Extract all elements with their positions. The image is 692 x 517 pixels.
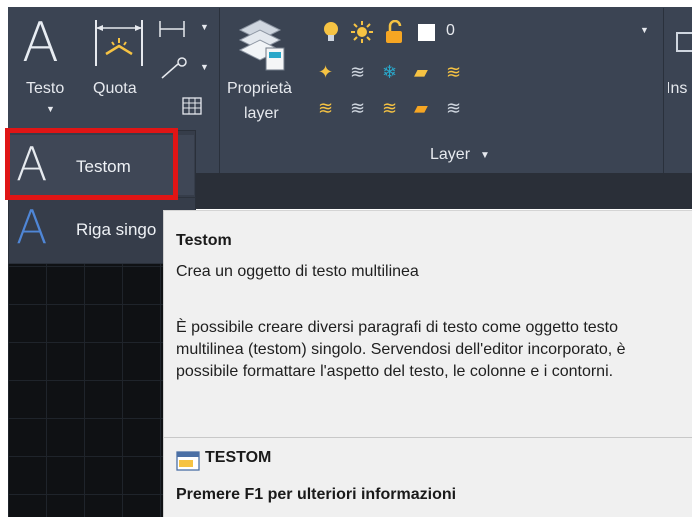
panel-divider: [663, 8, 664, 173]
tooltip: Testom Crea un oggetto di testo multilin…: [163, 210, 692, 517]
drawing-canvas[interactable]: [8, 264, 168, 517]
unlock-icon: [386, 20, 402, 43]
highlight-box: [5, 128, 178, 200]
table-button[interactable]: [182, 97, 204, 119]
linear-dropdown-arrow-icon: ▼: [200, 22, 209, 32]
insert-block-icon: [676, 32, 692, 52]
proprieta-label: Proprietà: [227, 80, 292, 97]
layer-panel-arrow-icon: ▼: [480, 150, 490, 161]
testo-label: Testo: [26, 80, 65, 97]
insert-label-partial: Ins: [668, 80, 688, 97]
text-a-icon: A: [22, 11, 59, 74]
tooltip-command-name: TESTOM: [205, 449, 272, 466]
layer-panel-title[interactable]: Layer ▼: [430, 146, 510, 168]
testo-button[interactable]: A Testo ▼: [16, 12, 84, 130]
linear-dimension-icon: [159, 21, 185, 37]
table-icon: [182, 97, 202, 115]
insert-button-partial[interactable]: Ins: [668, 20, 692, 130]
sun-icon: [351, 21, 373, 43]
tooltip-body: È possibile creare diversi paragrafi di …: [176, 319, 626, 380]
layer-on-all-icon[interactable]: ≋: [318, 98, 333, 119]
layer-label: layer: [244, 105, 279, 122]
layer-color-swatch: [418, 24, 435, 41]
layer-freeze-icon[interactable]: ❄: [382, 62, 397, 83]
layer-off-icon[interactable]: ✦: [318, 62, 333, 83]
tooltip-title: Testom: [176, 232, 232, 249]
layer-on-icon: [324, 22, 338, 41]
tooltip-help-text: Premere F1 per ulteriori informazioni: [176, 486, 457, 503]
layer-thaw-icon[interactable]: ≋: [382, 98, 397, 119]
dimension-icon: [95, 20, 143, 66]
layer-tools-row-1: ✦ ≋ ❄ ▰ ≋: [318, 60, 518, 88]
layer-stack-icon: [238, 19, 285, 71]
layer-make-current-icon[interactable]: ≋: [446, 62, 461, 83]
quota-button[interactable]: Quota: [88, 12, 150, 112]
layer-unisolate-icon[interactable]: ≋: [350, 98, 365, 119]
command-icon: [176, 451, 200, 471]
testo-dropdown-arrow-icon: ▼: [46, 104, 55, 114]
quota-label: Quota: [93, 80, 137, 97]
layer-current-name: 0: [446, 22, 455, 39]
layer-panel-label: Layer: [430, 146, 471, 163]
layer-lock-icon[interactable]: ▰: [414, 62, 428, 83]
panel-divider: [219, 8, 220, 173]
single-line-text-icon: A: [16, 200, 48, 254]
tooltip-separator: [164, 437, 692, 438]
leader-button[interactable]: ▼: [158, 56, 212, 82]
layer-properties-button[interactable]: Proprietà layer: [224, 12, 296, 137]
linear-dimension-button[interactable]: ▼: [158, 18, 212, 40]
layer-isolate-icon[interactable]: ≋: [350, 62, 365, 83]
layer-match-icon[interactable]: ≋: [446, 98, 461, 119]
tooltip-description: Crea un oggetto di testo multilinea: [176, 263, 419, 280]
layer-tools-row-2: ≋ ≋ ≋ ▰ ≋: [318, 96, 518, 124]
layer-combo-arrow-icon: ▼: [640, 25, 649, 35]
leader-dropdown-arrow-icon: ▼: [200, 62, 209, 72]
dropdown-item-label: Riga singo: [76, 220, 157, 239]
layer-unlock-icon[interactable]: ▰: [414, 98, 428, 119]
leader-icon: [161, 57, 187, 79]
layer-combo[interactable]: 0 ▼: [314, 15, 656, 51]
